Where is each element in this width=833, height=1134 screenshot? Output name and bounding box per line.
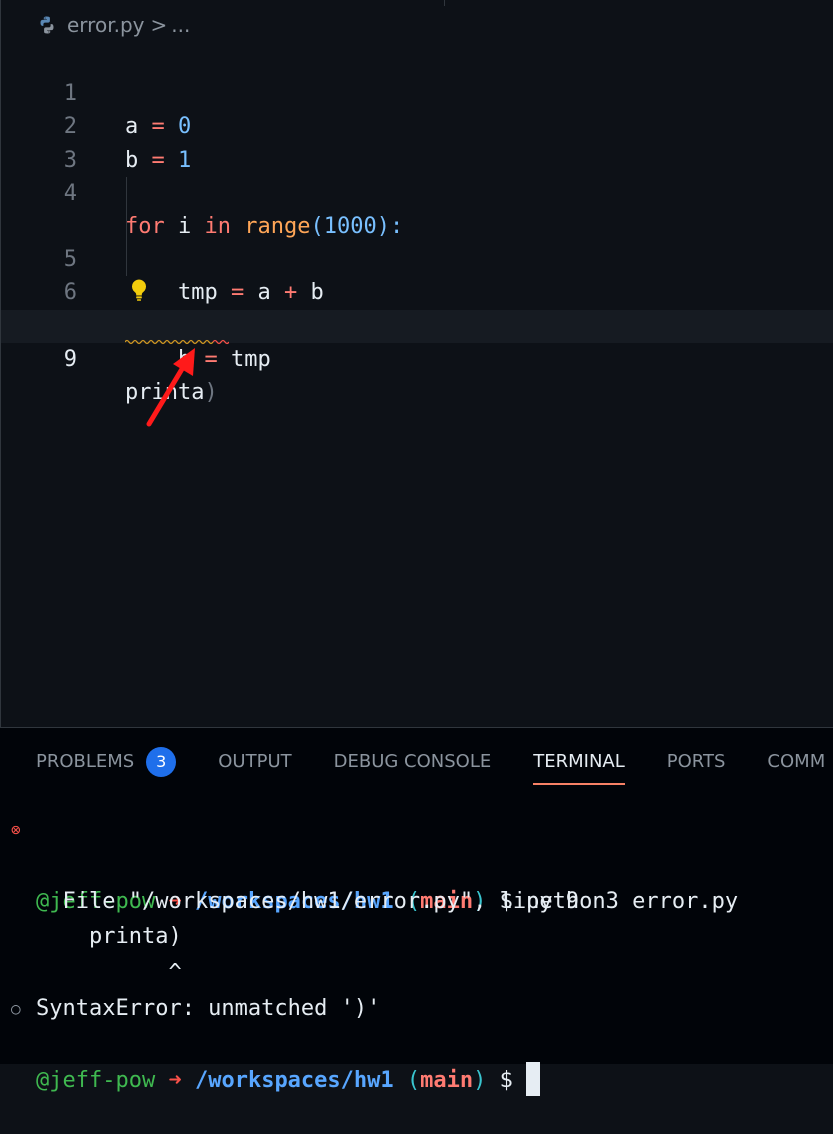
unmatched-paren[interactable]: ) <box>204 380 217 405</box>
tab-comments[interactable]: COMM <box>767 742 825 782</box>
tab-ports[interactable]: PORTS <box>667 742 726 782</box>
editor-pane[interactable]: error.py > ... 1 a = 0 2 b = 1 3 4 for i… <box>0 0 833 727</box>
terminal-output-line: ^ <box>36 960 182 986</box>
annotation-arrow-icon <box>146 348 195 427</box>
code-line-8[interactable]: 8 <box>1 276 833 339</box>
indent-guide <box>126 243 127 277</box>
lightbulb-icon[interactable] <box>129 278 149 302</box>
breadcrumb-file[interactable]: error.py <box>67 13 144 37</box>
code-line-7[interactable]: 7 b = tmp <box>1 243 833 372</box>
indent-guide <box>126 176 127 210</box>
prompt-status-icon: ○ <box>11 998 21 1018</box>
code-line-5[interactable]: 5 tmp = a + b <box>1 176 833 305</box>
breadcrumb-more[interactable]: ... <box>171 13 190 37</box>
terminal-output-line: printa) <box>36 924 182 950</box>
code-line-6[interactable]: 6 a = b <box>1 209 833 339</box>
terminal-prompt-line: ⊗ @jeff-pow ➜ /workspaces/hw1 (main) $ p… <box>0 812 833 914</box>
code-line-1[interactable]: 1 a = 0 <box>1 44 833 139</box>
tab-problems[interactable]: PROBLEMS 3 <box>36 742 177 782</box>
code-line-9[interactable]: 9 printa) <box>1 309 833 405</box>
code-line-4[interactable]: 4 for i in range(1000): <box>1 144 833 239</box>
tab-divider <box>444 0 445 6</box>
line-number: 9 <box>63 346 77 372</box>
terminal-prompt-line[interactable]: ○ @jeff-pow ➜ /workspaces/hw1 (main) $ <box>0 991 833 1096</box>
tab-terminal[interactable]: TERMINAL <box>533 742 625 785</box>
error-circle-icon[interactable]: ⊗ <box>11 812 21 848</box>
terminal-output-line: File "/workspaces/hw1/error.py", line 9 <box>36 888 580 914</box>
breadcrumb[interactable]: error.py > ... <box>37 12 190 38</box>
code-area[interactable]: 1 a = 0 2 b = 1 3 4 for i in range(1000)… <box>1 44 833 405</box>
code-line-2[interactable]: 2 b = 1 <box>1 77 833 172</box>
terminal-cursor[interactable] <box>526 1061 541 1096</box>
tab-debug-console[interactable]: DEBUG CONSOLE <box>334 742 492 782</box>
breadcrumb-separator: > <box>150 13 168 37</box>
python-file-icon <box>40 16 54 34</box>
problems-count-badge: 3 <box>146 747 177 777</box>
code-line-3[interactable]: 3 <box>1 110 833 173</box>
terminal-output[interactable]: ⊗ @jeff-pow ➜ /workspaces/hw1 (main) $ p… <box>0 812 833 1096</box>
tab-strip <box>1 0 833 6</box>
panel-tabs: PROBLEMS 3 OUTPUT DEBUG CONSOLE TERMINAL… <box>36 742 833 785</box>
terminal-error-line: SyntaxError: unmatched ')' <box>36 995 381 1021</box>
bottom-panel: PROBLEMS 3 OUTPUT DEBUG CONSOLE TERMINAL… <box>0 727 833 1096</box>
tab-output[interactable]: OUTPUT <box>218 742 291 782</box>
indent-guide <box>126 209 127 244</box>
